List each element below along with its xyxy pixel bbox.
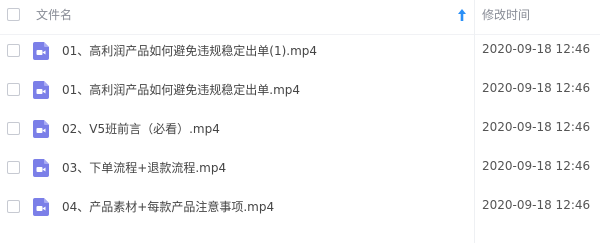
file-name[interactable]: 03、下单流程+退款流程.mp4 [62,159,226,176]
file-name[interactable]: 01、高利润产品如何避免违规稳定出单.mp4 [62,81,300,98]
row-checkbox[interactable] [7,200,20,213]
file-row[interactable]: 01、高利润产品如何避免违规稳定出单(1).mp4 2020-09-18 12:… [0,31,600,70]
file-modified-time: 2020-09-18 12:46 [482,42,591,56]
file-name[interactable]: 02、V5班前言（必看）.mp4 [62,120,220,137]
row-checkbox[interactable] [7,83,20,96]
row-checkbox[interactable] [7,122,20,135]
video-file-icon [33,120,49,138]
file-list-header: 文件名 修改时间 [0,0,600,35]
file-name[interactable]: 04、产品素材+每款产品注意事项.mp4 [62,198,274,215]
video-file-icon [33,198,49,216]
file-modified-time: 2020-09-18 12:46 [482,120,591,134]
file-row[interactable]: 02、V5班前言（必看）.mp4 2020-09-18 12:46 [0,109,600,148]
file-row[interactable]: 01、高利润产品如何避免违规稳定出单.mp4 2020-09-18 12:46 [0,70,600,109]
row-checkbox[interactable] [7,44,20,57]
file-row[interactable]: 03、下单流程+退款流程.mp4 2020-09-18 12:46 [0,148,600,187]
column-header-modified-time[interactable]: 修改时间 [482,6,530,23]
video-file-icon [33,159,49,177]
video-file-icon [33,81,49,99]
file-modified-time: 2020-09-18 12:46 [482,198,591,212]
row-checkbox[interactable] [7,161,20,174]
column-header-name[interactable]: 文件名 [36,6,72,23]
video-file-icon [33,42,49,60]
file-name[interactable]: 01、高利润产品如何避免违规稳定出单(1).mp4 [62,42,317,59]
file-modified-time: 2020-09-18 12:46 [482,81,591,95]
file-modified-time: 2020-09-18 12:46 [482,159,591,173]
file-row[interactable]: 04、产品素材+每款产品注意事项.mp4 2020-09-18 12:46 [0,187,600,226]
select-all-checkbox[interactable] [7,8,20,21]
arrow-up-icon[interactable] [456,8,468,22]
